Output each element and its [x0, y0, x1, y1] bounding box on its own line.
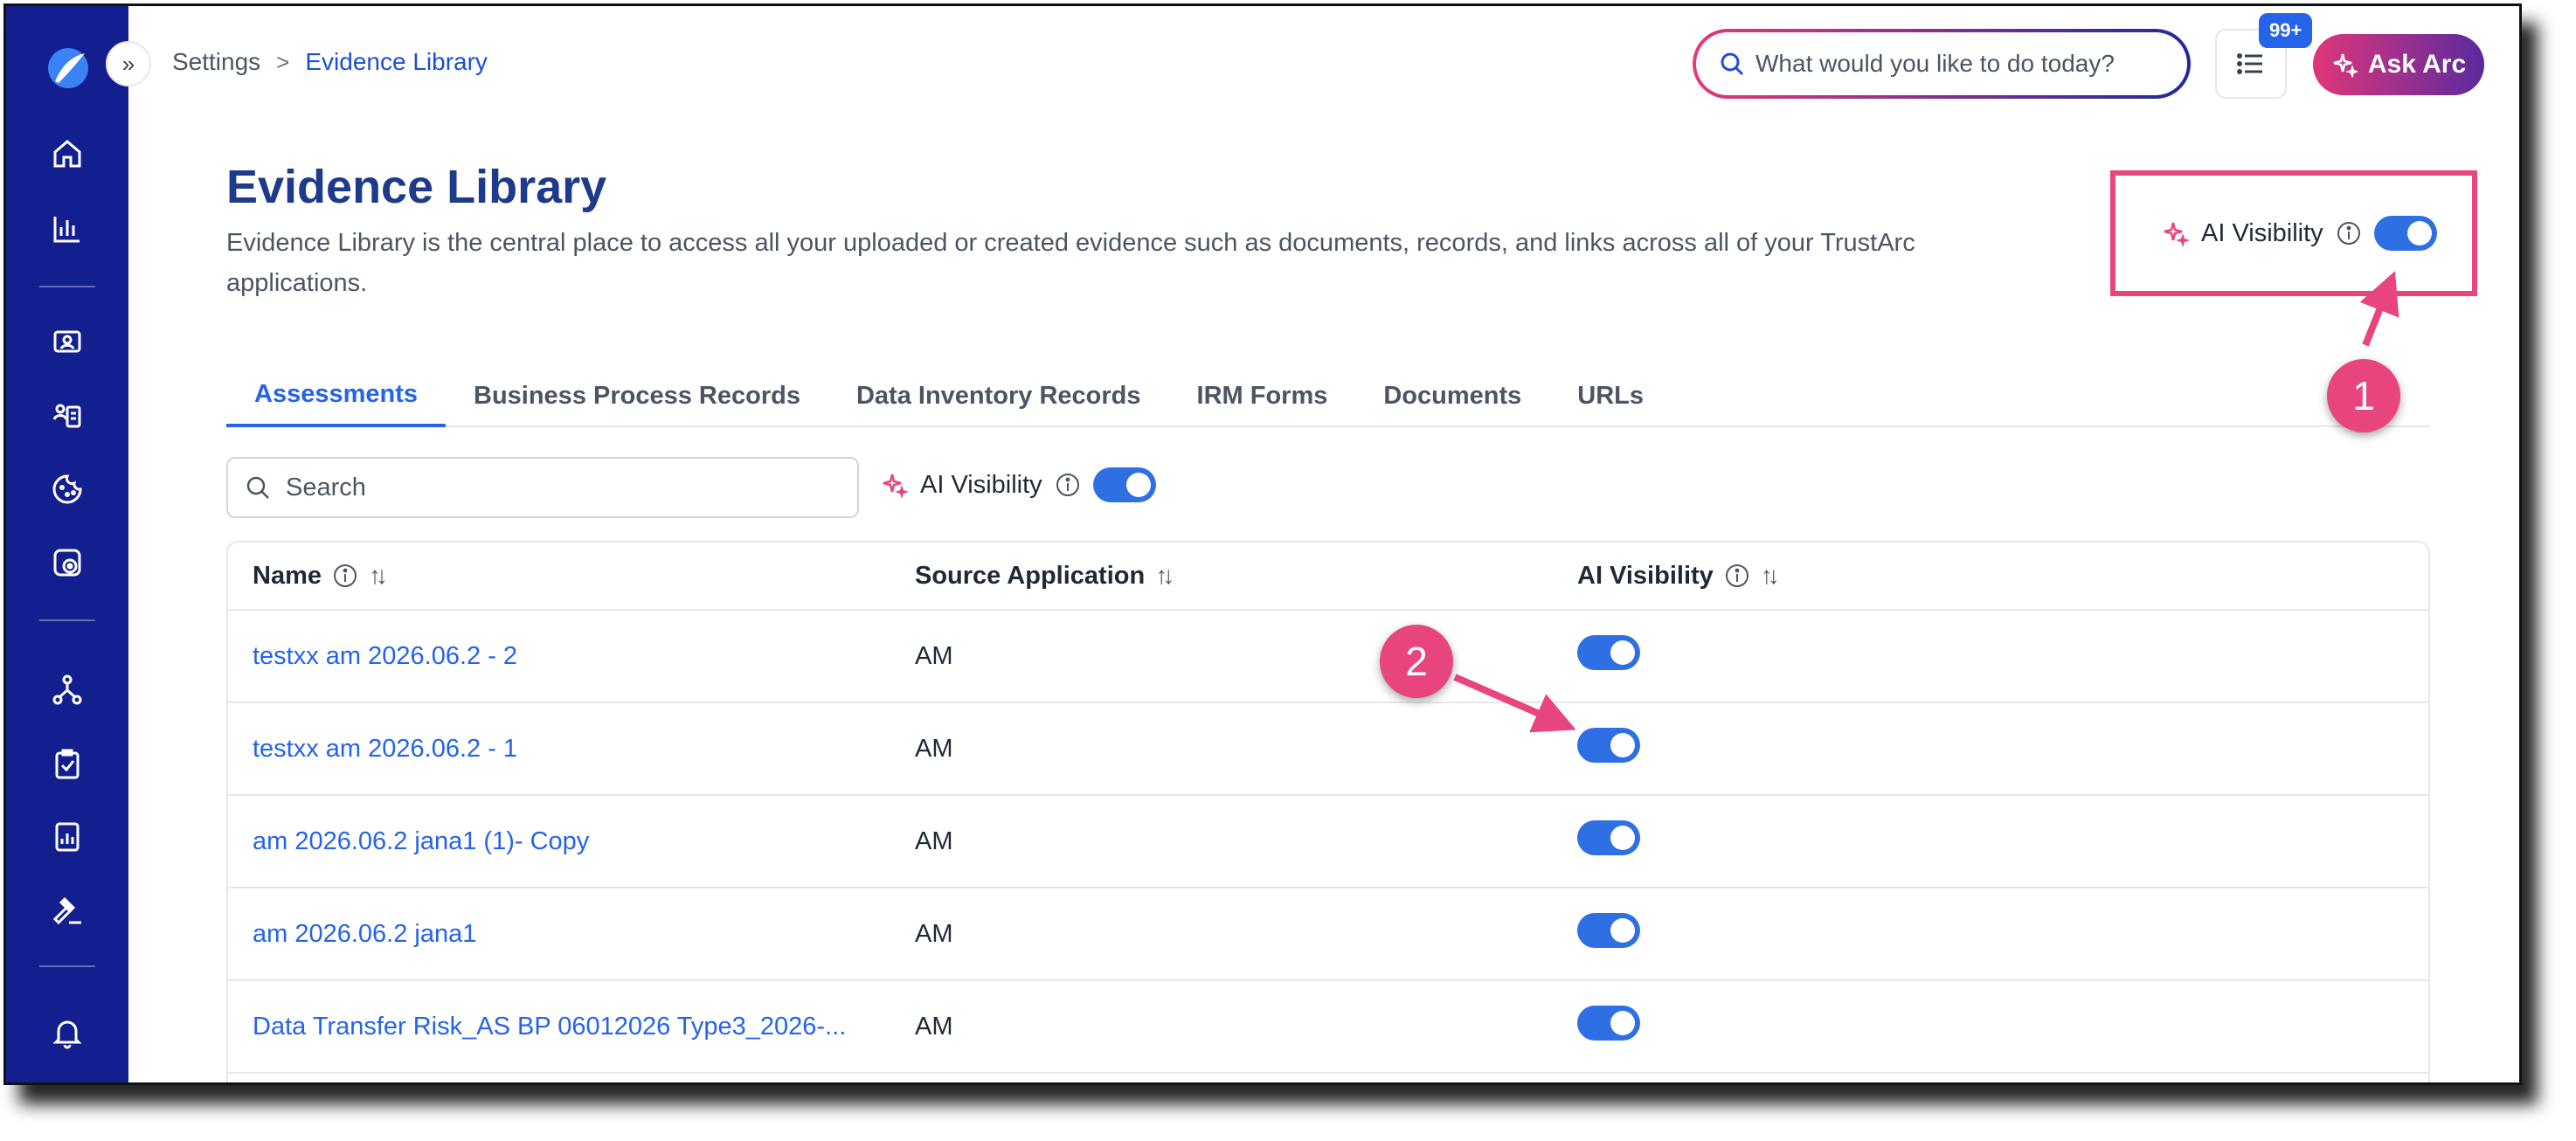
ai-visibility-filter-label: AI Visibility: [920, 470, 1042, 499]
breadcrumb: Settings > Evidence Library: [172, 48, 488, 76]
ai-visibility-global: AI Visibility: [2110, 170, 2477, 296]
chevron-right-icon: >: [276, 48, 290, 75]
annotation-callout-2: 2: [1380, 625, 1453, 698]
cookie-icon[interactable]: [47, 469, 87, 509]
tab-business-process-records[interactable]: Business Process Records: [446, 364, 828, 427]
annotation-callout-1: 1: [2327, 359, 2400, 432]
ai-visibility-filter: AI Visibility: [880, 467, 1156, 502]
tab-irm-forms[interactable]: IRM Forms: [1169, 364, 1356, 427]
column-header-ai-visibility[interactable]: AI Visibility ↑↓: [1553, 562, 2427, 591]
row-name-link[interactable]: Data Transfer Risk_AS BP 06012026 Type3_…: [228, 1013, 890, 1041]
info-icon[interactable]: [332, 563, 358, 589]
table-row: [228, 1074, 2428, 1082]
sidebar-divider: [39, 965, 95, 967]
sort-icon[interactable]: ↑↓: [1761, 562, 1780, 590]
row-ai-cell: [1553, 913, 2427, 955]
page-title: Evidence Library: [226, 161, 607, 213]
row-source: AM: [915, 1012, 953, 1041]
column-header-name[interactable]: Name ↑↓: [228, 562, 890, 591]
ai-visibility-filter-toggle[interactable]: [1092, 467, 1156, 502]
ai-visibility-global-toggle[interactable]: [2373, 216, 2437, 251]
search-icon: [246, 476, 269, 499]
global-search-placeholder: What would you like to do today?: [1755, 50, 2115, 77]
table-search-placeholder: Search: [286, 473, 366, 501]
global-search-input[interactable]: What would you like to do today?: [1693, 29, 2191, 99]
info-icon[interactable]: [2336, 220, 2362, 246]
table-search-input[interactable]: Search: [226, 457, 859, 518]
list-icon: [2237, 53, 2262, 74]
home-icon[interactable]: [47, 134, 87, 174]
page-description: Evidence Library is the central place to…: [226, 229, 1915, 297]
ask-arc-label: Ask Arc: [2367, 50, 2467, 79]
analytics-icon[interactable]: [47, 209, 87, 249]
app-window: » Settings > Evidence Library What would…: [3, 3, 2522, 1085]
row-ai-cell: [1553, 728, 2427, 770]
tab-assessments[interactable]: Assessments: [226, 364, 446, 427]
tab-bar: Assessments Business Process Records Dat…: [226, 364, 2430, 427]
ai-visibility-label: AI Visibility: [2201, 218, 2323, 247]
breadcrumb-evidence-library[interactable]: Evidence Library: [305, 48, 488, 76]
row-ai-cell: [1553, 1006, 2427, 1048]
sidebar-expand-button[interactable]: »: [106, 41, 151, 86]
column-header-source-application[interactable]: Source Application ↑↓: [890, 562, 1553, 591]
info-icon[interactable]: [1055, 472, 1081, 498]
info-icon[interactable]: [1724, 563, 1750, 589]
table-row: am 2026.06.2 jana1 (1)- Copy AM: [228, 796, 2428, 889]
sidebar: [6, 6, 128, 1082]
table-row: Data Transfer Risk_AS BP 06012026 Type3_…: [228, 981, 2428, 1074]
notification-badge: 99+: [2259, 13, 2313, 48]
sparkle-icon: [2333, 53, 2358, 78]
row-source: AM: [915, 826, 953, 855]
row-ai-visibility-toggle[interactable]: [1577, 1006, 1640, 1041]
evidence-table: Name ↑↓ Source Application ↑↓ AI Visibil…: [226, 541, 2430, 1082]
table-header: Name ↑↓ Source Application ↑↓ AI Visibil…: [228, 543, 2428, 611]
records-icon[interactable]: [47, 396, 87, 436]
row-name-link[interactable]: am 2026.06.2 jana1 (1)- Copy: [228, 827, 890, 856]
checklist-icon[interactable]: [47, 743, 87, 784]
bell-icon[interactable]: [47, 1013, 87, 1053]
sparkle-icon: [883, 474, 908, 499]
tab-urls[interactable]: URLs: [1549, 364, 1672, 427]
table-row: am 2026.06.2 jana1 AM: [228, 889, 2428, 981]
search-icon: [1721, 52, 1744, 76]
table-row: testxx am 2026.06.2 - 2 AM: [228, 611, 2428, 703]
row-name-link[interactable]: am 2026.06.2 jana1: [228, 920, 890, 949]
tab-documents[interactable]: Documents: [1355, 364, 1549, 427]
tab-data-inventory-records[interactable]: Data Inventory Records: [828, 364, 1169, 427]
ask-arc-button[interactable]: Ask Arc: [2313, 34, 2484, 95]
gavel-icon[interactable]: [47, 890, 87, 930]
row-ai-visibility-toggle[interactable]: [1577, 820, 1640, 855]
sidebar-divider: [39, 619, 95, 621]
row-ai-cell: [1553, 635, 2427, 677]
breadcrumb-settings[interactable]: Settings: [172, 48, 260, 76]
privacy-icon[interactable]: [47, 543, 87, 583]
consent-icon[interactable]: [47, 322, 87, 363]
sidebar-divider: [39, 286, 95, 287]
row-ai-visibility-toggle[interactable]: [1577, 913, 1640, 948]
row-name-link[interactable]: testxx am 2026.06.2 - 2: [228, 642, 890, 671]
reports-icon[interactable]: [47, 817, 87, 857]
trustarc-logo-icon[interactable]: [46, 46, 90, 90]
row-ai-cell: [1553, 820, 2427, 862]
sort-icon[interactable]: ↑↓: [1155, 562, 1174, 590]
row-ai-visibility-toggle[interactable]: [1577, 635, 1640, 670]
row-source: AM: [915, 919, 953, 948]
sparkle-icon: [2164, 222, 2189, 247]
network-icon[interactable]: [47, 670, 87, 710]
row-source: AM: [915, 641, 953, 670]
row-ai-visibility-toggle[interactable]: [1577, 728, 1640, 763]
sort-icon[interactable]: ↑↓: [369, 562, 388, 590]
row-source: AM: [915, 734, 953, 763]
table-row: testxx am 2026.06.2 - 1 AM: [228, 703, 2428, 796]
row-name-link[interactable]: testxx am 2026.06.2 - 1: [228, 735, 890, 764]
